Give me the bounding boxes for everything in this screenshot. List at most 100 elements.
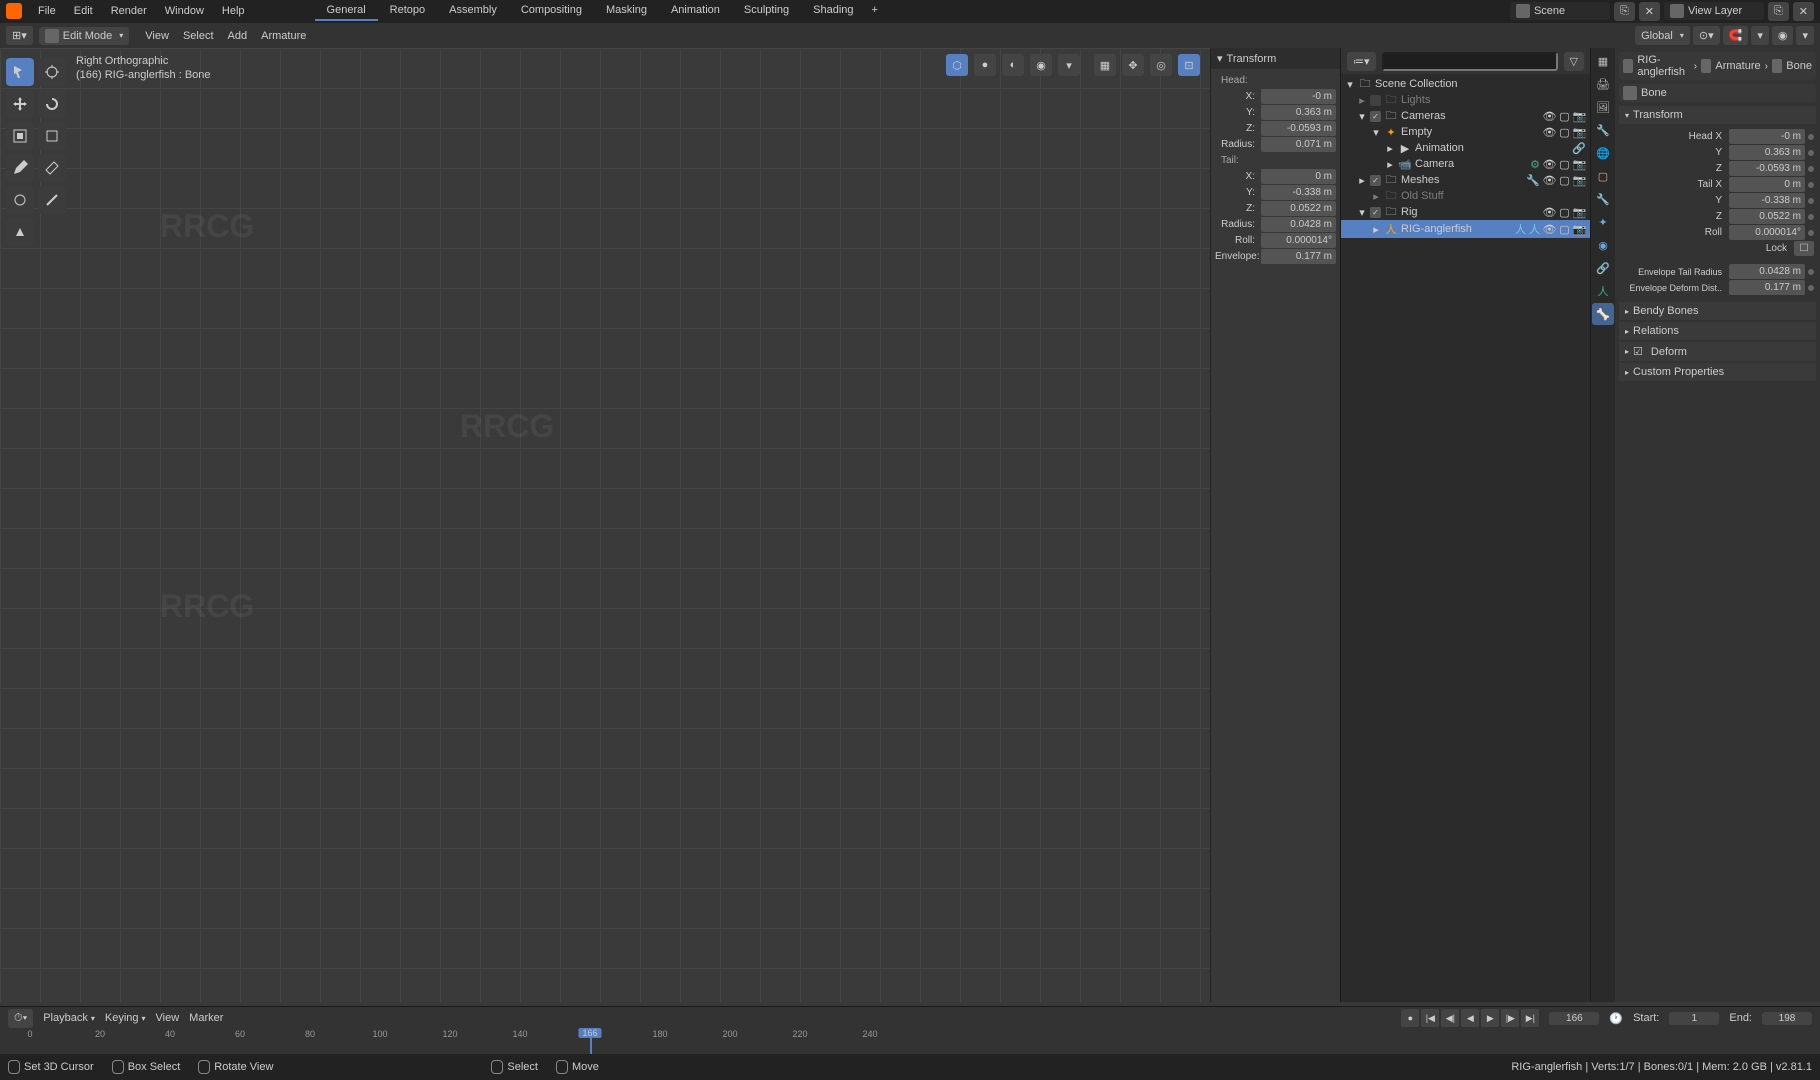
transform-panel-header[interactable]: Transform bbox=[1619, 106, 1816, 124]
head-radius-field[interactable]: 0.071 m bbox=[1261, 137, 1336, 152]
visibility-icon[interactable]: 👁 bbox=[1543, 174, 1556, 187]
rendered-shading[interactable]: ◉ bbox=[1030, 54, 1052, 76]
start-frame-field[interactable]: 1 bbox=[1669, 1012, 1719, 1025]
scene-selector[interactable]: Scene bbox=[1510, 2, 1610, 20]
envelope-deform-input[interactable]: 0.177 m bbox=[1729, 280, 1805, 295]
visibility-icon[interactable]: 👁 bbox=[1543, 223, 1556, 236]
bendy-bones-panel[interactable]: Bendy Bones bbox=[1619, 302, 1816, 320]
tree-meshes[interactable]: ▸✓🗀Meshes🔧👁▢📷 bbox=[1341, 172, 1590, 188]
tree-scene-collection[interactable]: ▾🗀Scene Collection bbox=[1341, 76, 1590, 92]
blender-logo-icon[interactable] bbox=[6, 3, 22, 19]
shading-options[interactable]: ▾ bbox=[1058, 54, 1080, 76]
workspace-compositing[interactable]: Compositing bbox=[509, 1, 594, 21]
extrude-tool[interactable] bbox=[6, 218, 34, 246]
head-z-input[interactable]: -0.0593 m bbox=[1729, 161, 1805, 176]
select-box-tool[interactable] bbox=[6, 58, 34, 86]
wireframe-shading[interactable]: ⬡ bbox=[946, 54, 968, 76]
snap-options[interactable]: ▾ bbox=[1751, 26, 1769, 45]
workspace-animation[interactable]: Animation bbox=[659, 1, 732, 21]
visibility-icon[interactable]: 👁 bbox=[1543, 206, 1556, 219]
move-tool[interactable] bbox=[6, 90, 34, 118]
anim-dot[interactable] bbox=[1808, 182, 1814, 188]
bone-name-field[interactable]: Bone bbox=[1619, 84, 1816, 102]
anim-dot[interactable] bbox=[1808, 198, 1814, 204]
outliner-filter-button[interactable]: ▽ bbox=[1564, 52, 1584, 71]
roll-tool[interactable] bbox=[6, 186, 34, 214]
scale-tool[interactable] bbox=[6, 122, 34, 150]
viewport-icon[interactable]: ▢ bbox=[1558, 158, 1571, 171]
3d-viewport[interactable]: Right Orthographic (166) RIG-anglerfish … bbox=[0, 48, 1340, 1002]
bone-size-tool[interactable] bbox=[38, 186, 66, 214]
tree-oldstuff[interactable]: ▸🗀Old Stuff bbox=[1341, 188, 1590, 204]
anim-dot[interactable] bbox=[1808, 269, 1814, 275]
menu-window[interactable]: Window bbox=[157, 2, 212, 20]
render-props-tab[interactable]: ▦ bbox=[1592, 50, 1614, 72]
anim-dot[interactable] bbox=[1808, 150, 1814, 156]
xray-toggle[interactable]: ⊡ bbox=[1178, 54, 1200, 76]
tree-anglerfish[interactable]: ▸人RIG-anglerfish人人👁▢📷 bbox=[1341, 220, 1590, 238]
rotate-tool[interactable] bbox=[38, 90, 66, 118]
n-panel-transform-header[interactable]: ▾ Transform bbox=[1211, 48, 1340, 69]
timeline-ruler[interactable]: 020406080100120140160180200220240 166 bbox=[0, 1029, 1820, 1055]
overlay-toggle[interactable]: ◎ bbox=[1150, 54, 1172, 76]
workspace-assembly[interactable]: Assembly bbox=[437, 1, 509, 21]
workspace-masking[interactable]: Masking bbox=[594, 1, 659, 21]
bone-props-tab[interactable]: 🦴 bbox=[1592, 303, 1614, 325]
menu-file[interactable]: File bbox=[30, 2, 64, 20]
workspace-sculpting[interactable]: Sculpting bbox=[732, 1, 801, 21]
outliner-search[interactable] bbox=[1382, 52, 1558, 71]
lock-checkbox[interactable]: ☐ bbox=[1794, 241, 1814, 256]
tail-z-field[interactable]: 0.0522 m bbox=[1261, 201, 1336, 216]
solid-shading[interactable]: ● bbox=[974, 54, 996, 76]
timeline-view-menu[interactable]: View bbox=[156, 1012, 180, 1024]
modifier-props-tab[interactable]: 🔧 bbox=[1592, 188, 1614, 210]
mode-selector[interactable]: Edit Mode bbox=[39, 27, 130, 45]
physics-props-tab[interactable]: ◉ bbox=[1592, 234, 1614, 256]
visibility-icon[interactable]: 👁 bbox=[1543, 126, 1556, 139]
menu-edit[interactable]: Edit bbox=[66, 2, 101, 20]
render-icon[interactable]: 📷 bbox=[1573, 110, 1586, 123]
collection-checkbox[interactable]: ✓ bbox=[1370, 111, 1381, 122]
proportional-options[interactable]: ▾ bbox=[1796, 26, 1814, 45]
menu-help[interactable]: Help bbox=[214, 2, 253, 20]
viewport-icon[interactable]: ▢ bbox=[1558, 206, 1571, 219]
workspace-general[interactable]: General bbox=[315, 1, 378, 21]
collection-checkbox[interactable]: ✓ bbox=[1370, 175, 1381, 186]
menu-armature[interactable]: Armature bbox=[261, 30, 306, 42]
deform-checkbox[interactable]: ☑ bbox=[1633, 345, 1643, 358]
particle-props-tab[interactable]: ✦ bbox=[1592, 211, 1614, 233]
viewlayer-new-button[interactable]: ⎘ bbox=[1768, 2, 1789, 21]
viewlayer-props-tab[interactable]: 🖼 bbox=[1592, 96, 1614, 118]
head-x-field[interactable]: -0 m bbox=[1261, 89, 1336, 104]
anim-dot[interactable] bbox=[1808, 214, 1814, 220]
viewport-icon[interactable]: ▢ bbox=[1558, 174, 1571, 187]
play-reverse-button[interactable]: ◀ bbox=[1461, 1009, 1479, 1027]
roll-input[interactable]: 0.000014° bbox=[1729, 225, 1805, 240]
end-frame-field[interactable]: 198 bbox=[1762, 1012, 1812, 1025]
render-icon[interactable]: 📷 bbox=[1573, 206, 1586, 219]
workspace-retopo[interactable]: Retopo bbox=[378, 1, 437, 21]
timeline-editor-button[interactable]: ⏱▾ bbox=[8, 1009, 33, 1028]
viewlayer-selector[interactable]: View Layer bbox=[1664, 2, 1764, 20]
measure-tool[interactable] bbox=[38, 154, 66, 182]
menu-add[interactable]: Add bbox=[228, 30, 248, 42]
deform-panel[interactable]: ☑Deform bbox=[1619, 342, 1816, 361]
play-button[interactable]: ▶ bbox=[1481, 1009, 1499, 1027]
collection-checkbox[interactable]: ✓ bbox=[1370, 207, 1381, 218]
jump-start-button[interactable]: |◀ bbox=[1421, 1009, 1439, 1027]
constraint-props-tab[interactable]: 🔗 bbox=[1592, 257, 1614, 279]
roll-field[interactable]: 0.000014° bbox=[1261, 233, 1336, 248]
render-icon[interactable]: 📷 bbox=[1573, 126, 1586, 139]
armature-props-tab[interactable]: 人 bbox=[1592, 280, 1614, 302]
tail-radius-field[interactable]: 0.0428 m bbox=[1261, 217, 1336, 232]
current-frame-field[interactable]: 166 bbox=[1549, 1012, 1599, 1025]
menu-view[interactable]: View bbox=[145, 30, 169, 42]
anim-dot[interactable] bbox=[1808, 285, 1814, 291]
envelope-tail-radius-input[interactable]: 0.0428 m bbox=[1729, 264, 1805, 279]
playback-menu[interactable]: Playback bbox=[43, 1012, 95, 1024]
render-icon[interactable]: 📷 bbox=[1573, 223, 1586, 236]
tree-rig[interactable]: ▾✓🗀Rig👁▢📷 bbox=[1341, 204, 1590, 220]
tail-z-input[interactable]: 0.0522 m bbox=[1729, 209, 1805, 224]
snap-toggle[interactable]: 🧲 bbox=[1723, 26, 1749, 45]
tail-y-input[interactable]: -0.338 m bbox=[1729, 193, 1805, 208]
